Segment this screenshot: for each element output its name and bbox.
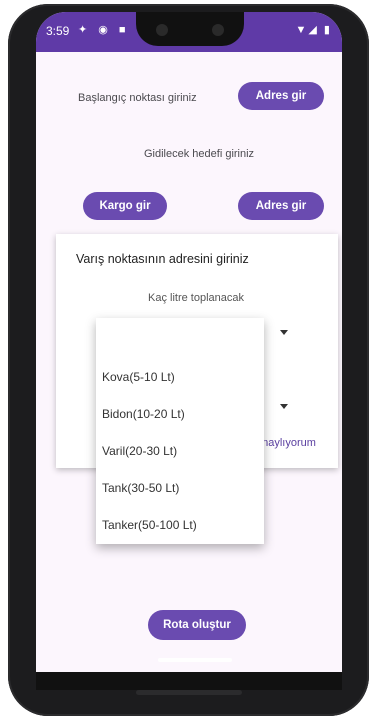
start-address-button[interactable]: Adres gir bbox=[238, 82, 324, 110]
dropdown-option[interactable]: Kova(5-10 Lt) bbox=[102, 370, 175, 384]
system-navigation bbox=[36, 672, 342, 690]
start-point-label: Başlangıç noktası giriniz bbox=[78, 92, 197, 104]
chevron-down-icon[interactable] bbox=[280, 404, 288, 409]
dropdown-option[interactable]: Varil(20-30 Lt) bbox=[102, 444, 177, 458]
front-camera-icon bbox=[156, 24, 168, 36]
status-bar: 3:59 ✦ ◉ ■ ▼◢ ▮ bbox=[36, 12, 342, 52]
destination-label: Gidilecek hedefi giriniz bbox=[144, 148, 255, 160]
liters-label: Kaç litre toplanacak bbox=[148, 292, 244, 304]
cargo-button[interactable]: Kargo gir bbox=[83, 192, 167, 220]
notification-icons: ✦ ◉ ■ bbox=[78, 24, 130, 36]
confirm-link[interactable]: onaylıyorum bbox=[256, 437, 316, 449]
app-screen: 3:59 ✦ ◉ ■ ▼◢ ▮ Başlangıç noktası girini… bbox=[36, 12, 342, 672]
status-time: 3:59 bbox=[46, 24, 70, 38]
dropdown-option[interactable]: Bidon(10-20 Lt) bbox=[102, 407, 185, 421]
chevron-down-icon[interactable] bbox=[280, 330, 288, 335]
liters-dropdown-menu: Kova(5-10 Lt) Bidon(10-20 Lt) Varil(20-3… bbox=[96, 318, 264, 544]
dropdown-option[interactable]: Tanker(50-100 Lt) bbox=[102, 518, 197, 532]
destination-address-button[interactable]: Adres gir bbox=[238, 192, 324, 220]
phone-speaker bbox=[136, 690, 242, 695]
home-gesture-bar[interactable] bbox=[158, 658, 232, 662]
create-route-button[interactable]: Rota oluştur bbox=[148, 610, 246, 640]
dropdown-option[interactable]: Tank(30-50 Lt) bbox=[102, 481, 179, 495]
status-icons: ▼◢ ▮ bbox=[295, 24, 332, 36]
card-title: Varış noktasının adresini giriniz bbox=[76, 252, 249, 266]
camera-notch bbox=[136, 12, 244, 46]
front-sensor-icon bbox=[212, 24, 224, 36]
